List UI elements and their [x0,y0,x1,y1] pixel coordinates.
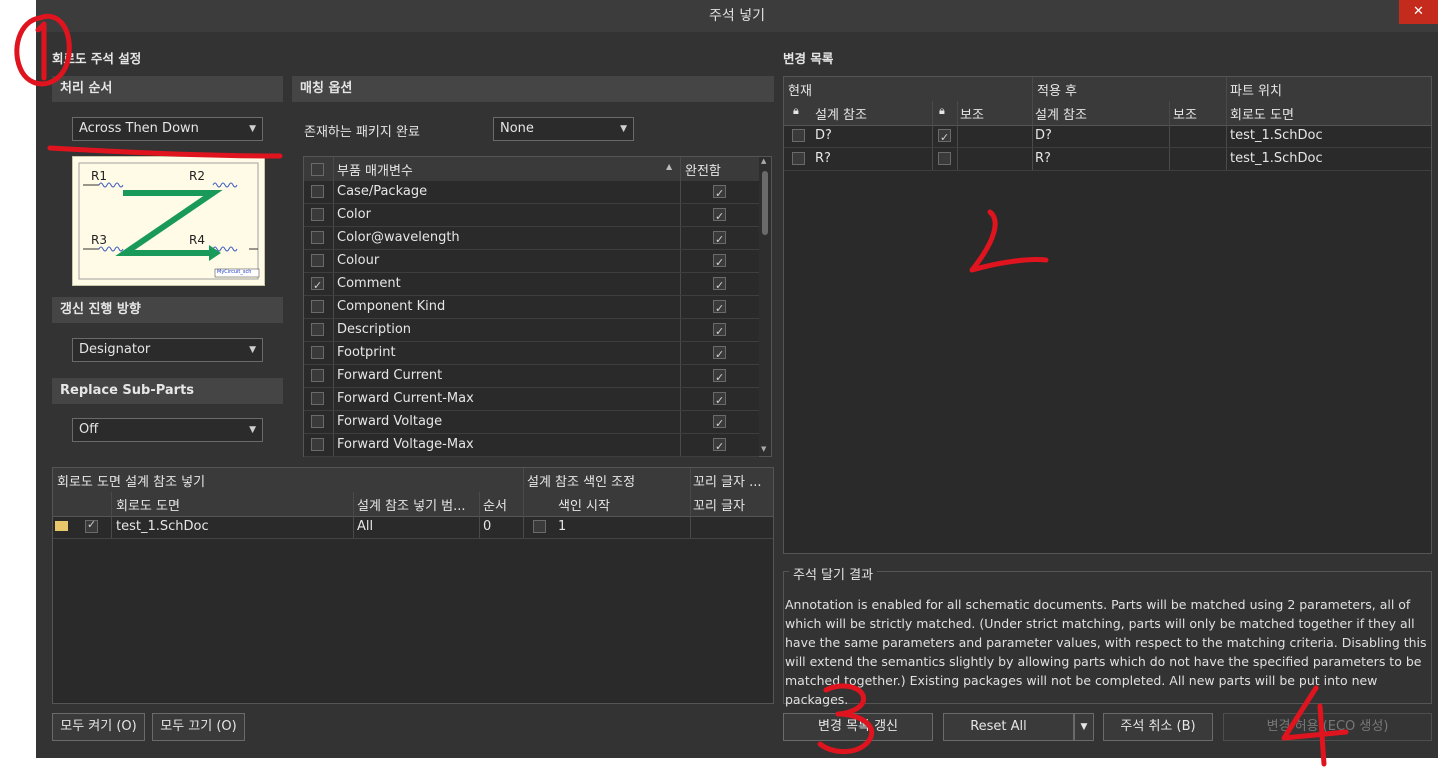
annotation-digit-2 [969,209,1049,273]
annotation-underline [47,145,283,159]
annotation-digit-4 [1281,685,1349,767]
annotation-digit-1 [35,21,47,81]
annotation-digit-3 [817,683,875,754]
red-annotation-overlay [14,13,1349,767]
